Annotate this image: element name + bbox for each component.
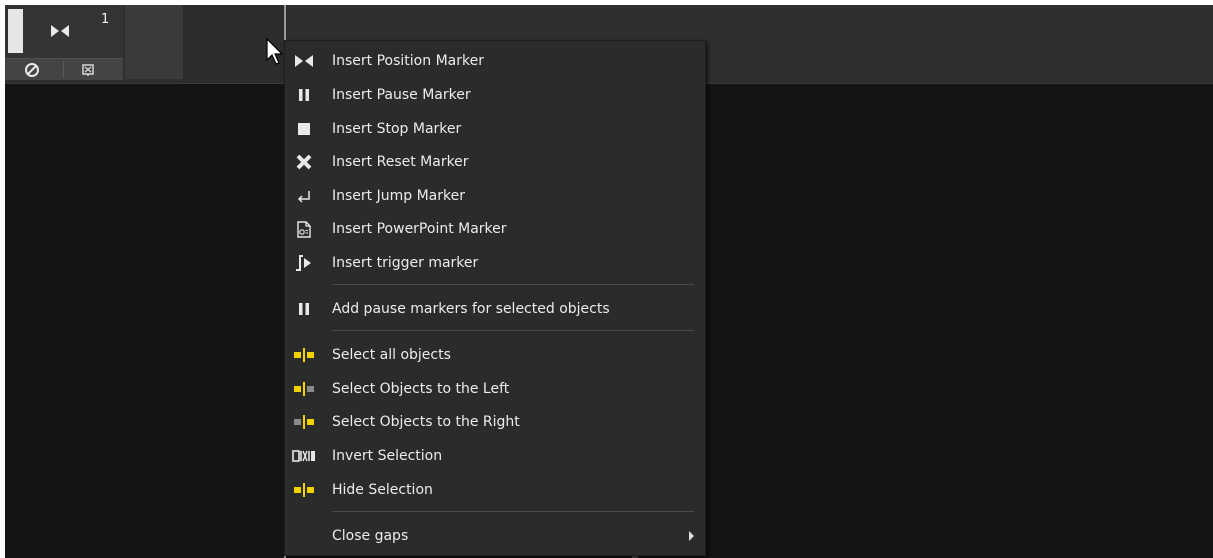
select-left-icon <box>291 380 317 398</box>
menu-item-label: Insert Position Marker <box>332 53 484 69</box>
select-all-icon <box>291 346 317 364</box>
menu-item-insert-trigger-marker[interactable]: Insert trigger marker <box>285 248 705 276</box>
menu-item-label: Hide Selection <box>332 482 433 498</box>
jump-return-icon <box>291 187 317 205</box>
track-gap <box>125 5 183 79</box>
menu-item-label: Insert PowerPoint Marker <box>332 221 507 237</box>
menu-item-invert-selection[interactable]: Invert Selection <box>285 441 705 469</box>
menu-item-label: Select all objects <box>332 347 451 363</box>
position-marker-icon <box>48 23 72 39</box>
trigger-icon <box>291 254 317 272</box>
menu-item-label: Select Objects to the Right <box>332 414 520 430</box>
menu-item-insert-pause-marker[interactable]: Insert Pause Marker <box>285 80 705 108</box>
pause-icon <box>291 300 317 318</box>
stop-icon <box>291 120 317 138</box>
menu-item-select-objects-left[interactable]: Select Objects to the Left <box>285 374 705 402</box>
track-header[interactable]: 1 <box>5 5 123 80</box>
powerpoint-document-icon <box>291 220 317 238</box>
hide-selection-icon <box>291 481 317 499</box>
menu-separator <box>332 330 694 331</box>
menu-item-hide-selection[interactable]: Hide Selection <box>285 475 705 503</box>
menu-item-add-pause-markers[interactable]: Add pause markers for selected objects <box>285 294 705 322</box>
menu-item-label: Insert Jump Marker <box>332 188 465 204</box>
divider <box>63 61 64 78</box>
menu-item-select-all-objects[interactable]: Select all objects <box>285 340 705 368</box>
menu-item-select-objects-right[interactable]: Select Objects to the Right <box>285 407 705 435</box>
menu-separator <box>332 511 694 512</box>
reset-x-icon <box>291 153 317 171</box>
menu-item-label: Select Objects to the Left <box>332 381 510 397</box>
menu-item-close-gaps[interactable]: Close gaps <box>285 521 705 549</box>
invert-selection-icon <box>291 447 317 465</box>
menu-item-label: Add pause markers for selected objects <box>332 301 610 317</box>
menu-item-insert-jump-marker[interactable]: Insert Jump Marker <box>285 181 705 209</box>
position-marker-icon <box>291 52 317 70</box>
mouse-cursor-icon <box>265 38 285 68</box>
context-menu: Insert Position Marker Insert Pause Mark… <box>284 40 706 556</box>
menu-item-label: Insert Reset Marker <box>332 154 469 170</box>
menu-separator <box>332 284 694 285</box>
menu-item-insert-reset-marker[interactable]: Insert Reset Marker <box>285 147 705 175</box>
pause-icon <box>291 86 317 104</box>
track-color-strip <box>8 9 23 53</box>
menu-item-label: Insert Stop Marker <box>332 121 462 137</box>
menu-item-label: Insert Pause Marker <box>332 87 471 103</box>
track-button-row <box>5 58 123 80</box>
menu-item-insert-position-marker[interactable]: Insert Position Marker <box>285 46 705 74</box>
select-right-icon <box>291 413 317 431</box>
menu-item-label: Invert Selection <box>332 448 443 464</box>
menu-item-label: Insert trigger marker <box>332 255 479 271</box>
submenu-arrow-icon <box>689 531 694 541</box>
menu-item-label: Close gaps <box>332 528 409 544</box>
no-symbol-icon[interactable] <box>23 61 41 79</box>
menu-item-insert-powerpoint-marker[interactable]: Insert PowerPoint Marker <box>285 214 705 242</box>
menu-item-insert-stop-marker[interactable]: Insert Stop Marker <box>285 114 705 142</box>
flag-icon[interactable] <box>81 63 95 77</box>
track-number: 1 <box>101 12 110 27</box>
